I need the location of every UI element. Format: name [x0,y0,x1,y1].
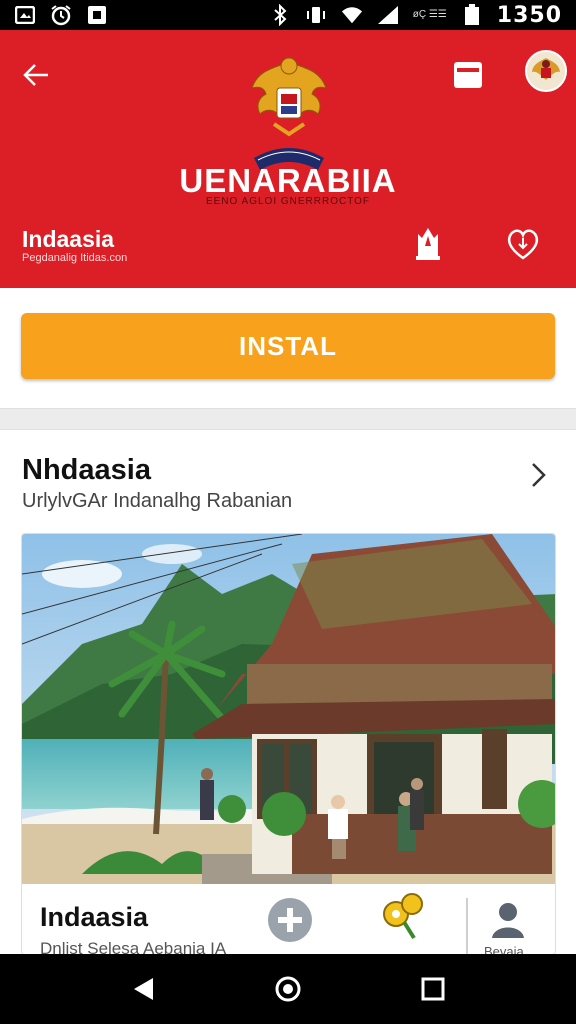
back-arrow-icon[interactable] [20,58,54,92]
card-footer: Indaasia Dnlist Selesa Aebania IA Bevaia [22,884,555,955]
heart-icon[interactable] [505,226,541,262]
beach-house-image [22,534,555,884]
header-title: UENARABIIA [179,162,397,199]
cart-icon[interactable] [452,58,484,90]
vibrate-icon [305,5,327,25]
header-subtitle: EENO AGLOI GNERRROCTOF [205,196,371,207]
app-subtitle: Pegdanalig Itidas.con [22,252,128,264]
image-icon [14,5,36,25]
wifi-icon [341,5,363,25]
carrier-text: øÇ ☰☰ [412,9,447,20]
card-title: Indaasia [40,902,149,932]
recents-icon[interactable] [413,969,453,1009]
emblem-icon [244,48,334,178]
install-button[interactable]: INSTAL [21,313,555,379]
key-icon[interactable] [380,892,426,942]
crown-icon[interactable] [412,226,444,262]
app-name: Indaasia [22,226,115,252]
chevron-right-icon[interactable] [528,460,548,490]
bluetooth-icon [269,4,291,26]
app-section: Nhdaasia UrlylvGAr Indanalhg Rabanian In… [0,430,576,955]
section-subtitle: UrlylvGAr Indanalhg Rabanian [22,490,293,512]
status-bar: øÇ ☰☰ 1350 [0,0,576,30]
home-icon[interactable] [268,969,308,1009]
app-header: UENARABIIA EENO AGLOI GNERRROCTOF Indaas… [0,30,576,288]
feature-card[interactable]: Indaasia Dnlist Selesa Aebania IA Bevaia [21,533,556,955]
alarm-icon [50,5,72,26]
divider [466,898,468,954]
signal-icon [377,5,399,25]
person-icon[interactable] [488,900,528,940]
card-subtitle: Dnlist Selesa Aebania IA [40,939,227,955]
system-nav-bar [0,954,576,1024]
battery-icon [461,4,483,25]
install-area: INSTAL [0,288,576,408]
screen-icon [86,5,108,25]
plus-icon[interactable] [268,898,312,942]
divider [0,408,576,430]
back-icon[interactable] [123,969,163,1009]
clock: 1350 [496,2,562,28]
section-title[interactable]: Nhdaasia [22,454,151,487]
avatar[interactable] [525,50,567,92]
